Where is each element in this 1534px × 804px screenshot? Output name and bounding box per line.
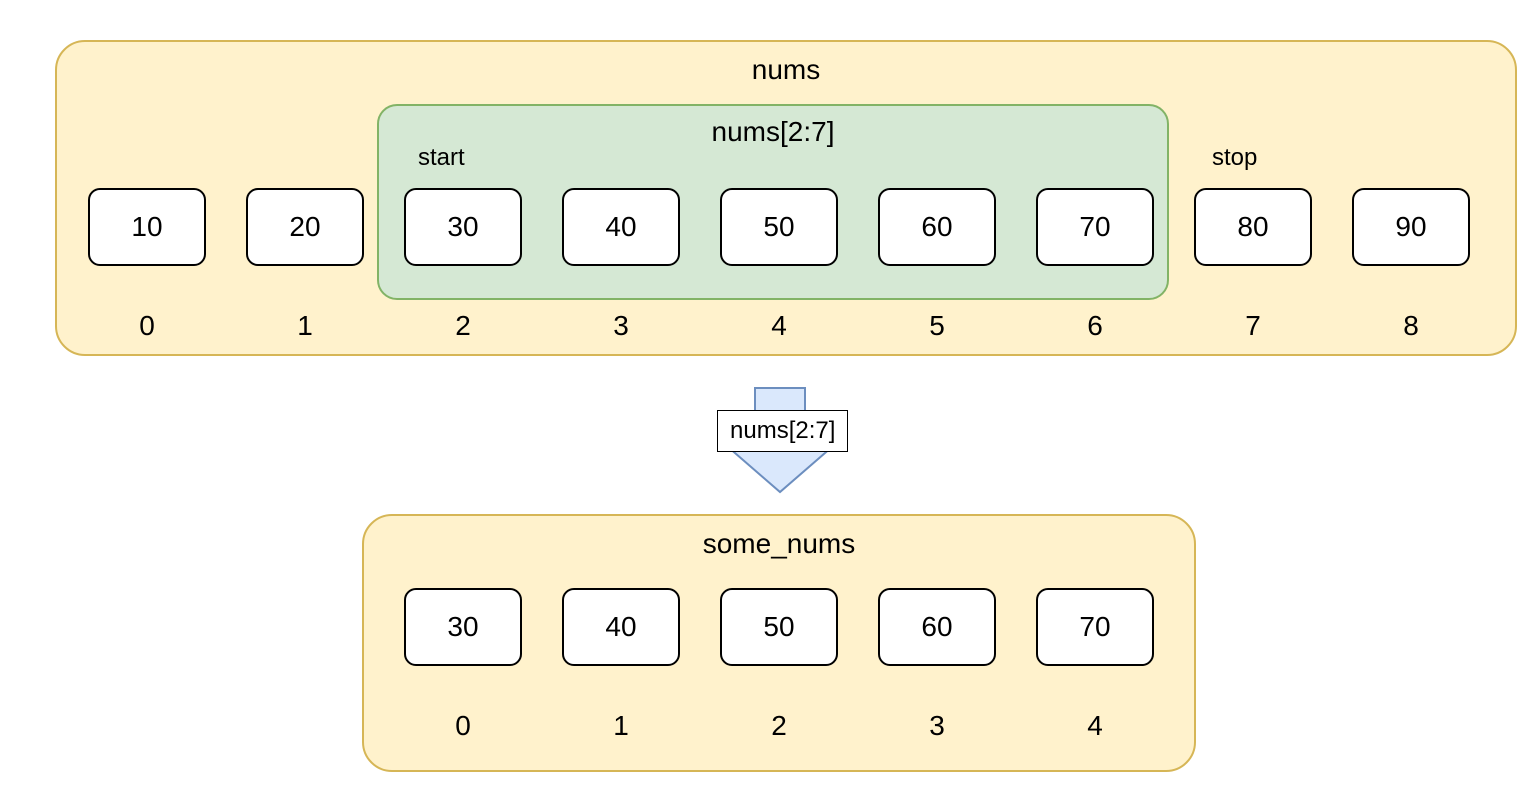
- nums-index: 6: [1036, 310, 1154, 342]
- nums-cell: 70: [1036, 188, 1154, 266]
- diagram-canvas: nums nums[2:7] start stop 10 20 30 40 50…: [20, 20, 1534, 784]
- some-nums-index: 2: [720, 710, 838, 742]
- cell-value: 70: [1079, 211, 1110, 243]
- some-nums-cell: 70: [1036, 588, 1154, 666]
- some-nums-index: 0: [404, 710, 522, 742]
- cell-value: 60: [921, 211, 952, 243]
- cell-value: 70: [1079, 611, 1110, 643]
- nums-cell: 90: [1352, 188, 1470, 266]
- nums-cell: 50: [720, 188, 838, 266]
- cell-value: 10: [131, 211, 162, 243]
- nums-cell: 40: [562, 188, 680, 266]
- some-nums-cell: 40: [562, 588, 680, 666]
- nums-index: 3: [562, 310, 680, 342]
- some-nums-index: 3: [878, 710, 996, 742]
- cell-value: 80: [1237, 211, 1268, 243]
- some-nums-cell: 60: [878, 588, 996, 666]
- nums-cell: 60: [878, 188, 996, 266]
- nums-cell: 30: [404, 188, 522, 266]
- nums-cell: 20: [246, 188, 364, 266]
- nums-index: 2: [404, 310, 522, 342]
- cell-value: 40: [605, 211, 636, 243]
- some-nums-index: 4: [1036, 710, 1154, 742]
- some-nums-title: some_nums: [362, 528, 1196, 560]
- nums-cell: 10: [88, 188, 206, 266]
- some-nums-cell: 30: [404, 588, 522, 666]
- arrow-label: nums[2:7]: [717, 410, 848, 452]
- cell-value: 50: [763, 211, 794, 243]
- nums-index: 5: [878, 310, 996, 342]
- nums-cell: 80: [1194, 188, 1312, 266]
- cell-value: 50: [763, 611, 794, 643]
- cell-value: 30: [447, 211, 478, 243]
- stop-label: stop: [1212, 144, 1257, 172]
- cell-value: 20: [289, 211, 320, 243]
- some-nums-cell: 50: [720, 588, 838, 666]
- cell-value: 30: [447, 611, 478, 643]
- nums-index: 1: [246, 310, 364, 342]
- nums-title: nums: [55, 54, 1517, 86]
- nums-index: 4: [720, 310, 838, 342]
- cell-value: 60: [921, 611, 952, 643]
- start-label: start: [418, 144, 465, 172]
- cell-value: 90: [1395, 211, 1426, 243]
- nums-index: 0: [88, 310, 206, 342]
- nums-index: 7: [1194, 310, 1312, 342]
- nums-index: 8: [1352, 310, 1470, 342]
- cell-value: 40: [605, 611, 636, 643]
- some-nums-index: 1: [562, 710, 680, 742]
- slice-title: nums[2:7]: [377, 116, 1169, 148]
